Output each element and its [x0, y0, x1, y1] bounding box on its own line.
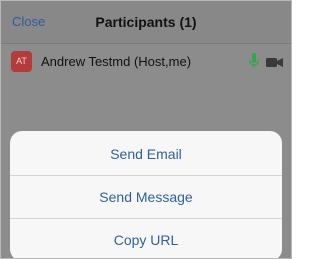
send-email-button[interactable]: Send Email	[10, 133, 282, 175]
send-message-button[interactable]: Send Message	[10, 176, 282, 218]
participants-screen: Close Participants (1) AT Andrew Testmd …	[0, 0, 292, 259]
page-title: Participants (1)	[95, 14, 197, 30]
participant-name: Andrew Testmd (Host,me)	[41, 54, 192, 69]
microphone-icon	[249, 53, 259, 69]
avatar: AT	[11, 51, 32, 72]
copy-url-button[interactable]: Copy URL	[10, 219, 282, 258]
video-camera-icon	[266, 55, 283, 67]
participant-row[interactable]: AT Andrew Testmd (Host,me)	[1, 44, 291, 78]
action-sheet: Send Email Send Message Copy URL	[10, 131, 282, 258]
header-bar: Close Participants (1)	[1, 1, 291, 44]
